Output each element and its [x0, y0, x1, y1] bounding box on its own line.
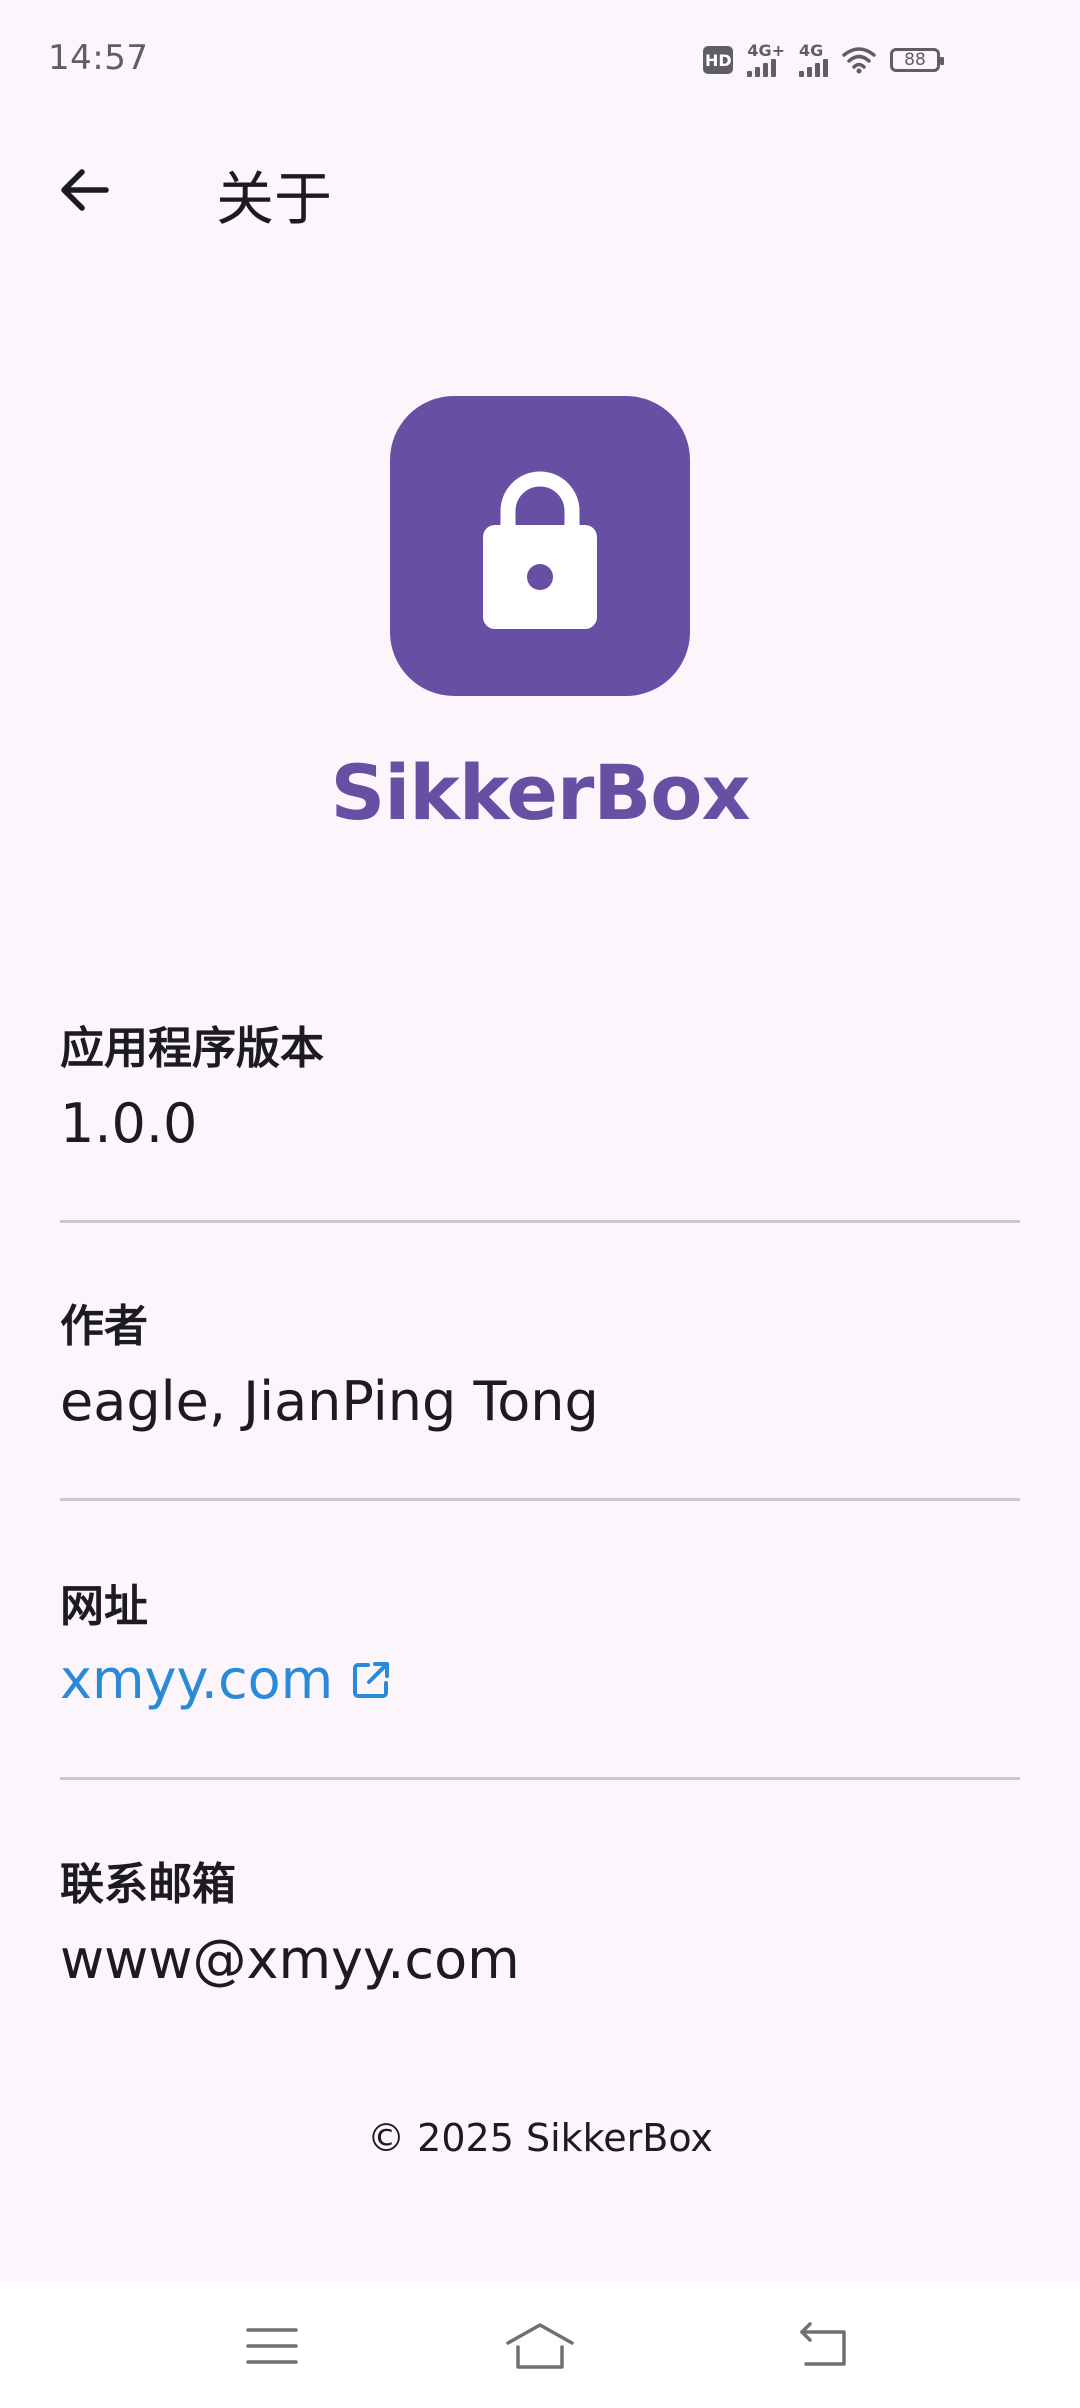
menu-icon: [246, 2328, 298, 2364]
version-label: 应用程序版本: [60, 1023, 324, 1074]
app-name: SikkerBox: [330, 748, 750, 837]
back-button[interactable]: [44, 150, 124, 230]
divider: [60, 1220, 1020, 1223]
author-value: eagle, JianPing Tong: [60, 1370, 599, 1433]
page-title: 关于: [216, 165, 333, 233]
website-link[interactable]: xmyy.com: [60, 1648, 391, 1711]
status-time: 14:57: [48, 38, 149, 78]
wifi-icon: [842, 47, 876, 74]
copyright: © 2025 SikkerBox: [367, 2116, 713, 2160]
battery-icon: 88: [890, 48, 944, 72]
arrow-left-icon: [61, 169, 109, 211]
signal-sim2-icon: 4G: [799, 43, 828, 77]
home-icon: [506, 2323, 574, 2369]
divider: [60, 1498, 1020, 1501]
back-icon: [800, 2322, 846, 2366]
version-value: 1.0.0: [60, 1092, 198, 1155]
email-value: www@xmyy.com: [60, 1928, 520, 1991]
app-icon: [390, 396, 690, 696]
lock-icon: [483, 471, 597, 629]
menu-button[interactable]: [222, 2310, 322, 2382]
email-label: 联系邮箱: [60, 1859, 236, 1910]
home-button[interactable]: [490, 2310, 590, 2382]
hd-icon: HD: [703, 46, 734, 74]
external-link-icon[interactable]: [351, 1660, 391, 1700]
author-label: 作者: [60, 1301, 148, 1352]
signal-sim1-icon: 4G+: [747, 43, 785, 77]
system-back-button[interactable]: [772, 2310, 872, 2382]
website-value[interactable]: xmyy.com: [60, 1648, 333, 1711]
divider: [60, 1777, 1020, 1780]
website-label: 网址: [60, 1581, 148, 1632]
status-icons: HD 4G+ 4G 88: [703, 40, 944, 80]
